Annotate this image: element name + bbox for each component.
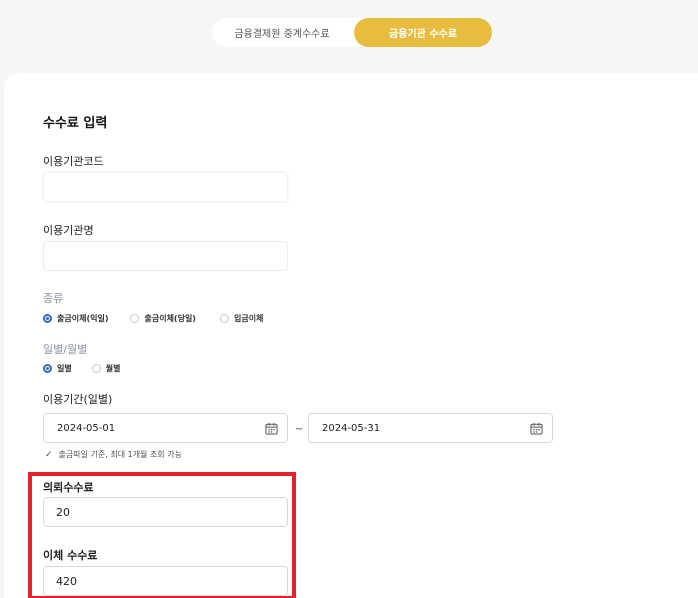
- radio-deposit[interactable]: 입금이체: [219, 313, 264, 324]
- agency-name-input[interactable]: [43, 241, 288, 271]
- radio-label: 일별: [57, 363, 72, 373]
- end-date-input[interactable]: 2024-05-31: [308, 413, 553, 443]
- radio-dot: [91, 363, 101, 373]
- agency-name-label: 이용기관명: [43, 224, 94, 237]
- radio-label: 출금이체(익일): [57, 313, 109, 323]
- end-date-value: 2024-05-31: [322, 422, 381, 434]
- radio-withdraw-next-day[interactable]: 출금이체(익일): [43, 313, 108, 324]
- period-hint-text: 출금파일 기준, 최대 1개월 조회 가능: [58, 450, 182, 459]
- calendar-icon[interactable]: [265, 422, 278, 435]
- radio-dot: [130, 313, 140, 323]
- radio-withdraw-same-day[interactable]: 출금이체(당일): [130, 313, 196, 324]
- radio-label: 월별: [105, 363, 121, 373]
- radio-label: 출금이체(당일): [144, 313, 196, 323]
- radio-label: 입금이체: [233, 313, 264, 323]
- start-date-value: 2024-05-01: [57, 422, 116, 434]
- radio-dot: [43, 313, 52, 323]
- calendar-icon[interactable]: [530, 422, 543, 435]
- tab-institution-fee[interactable]: 금융기관 수수료: [354, 18, 492, 47]
- period-type-label: 일별/월별: [43, 343, 88, 356]
- highlight-box: [28, 472, 296, 598]
- fee-tabs: 금융결제원 중계수수료 금융기관 수수료: [212, 18, 492, 47]
- section-title: 수수료 입력: [43, 116, 108, 131]
- type-label: 종류: [43, 292, 64, 305]
- radio-monthly[interactable]: 월별: [91, 363, 121, 374]
- period-type-radio-group: 일별 월별: [43, 362, 140, 374]
- period-hint: ✓ 출금파일 기준, 최대 1개월 조회 가능: [45, 449, 182, 460]
- radio-dot: [219, 313, 229, 323]
- start-date-input[interactable]: 2024-05-01: [43, 413, 288, 443]
- check-icon: ✓: [45, 449, 53, 460]
- agency-code-input[interactable]: [43, 172, 288, 202]
- radio-daily[interactable]: 일별: [43, 363, 72, 374]
- agency-code-label: 이용기관코드: [43, 155, 104, 168]
- period-label: 이용기간(일별): [43, 393, 113, 406]
- tab-relay-fee[interactable]: 금융결제원 중계수수료: [212, 18, 352, 47]
- radio-dot: [43, 363, 52, 373]
- date-separator: ~: [295, 424, 304, 435]
- type-radio-group: 출금이체(익일) 출금이체(당일) 입금이체: [43, 312, 283, 324]
